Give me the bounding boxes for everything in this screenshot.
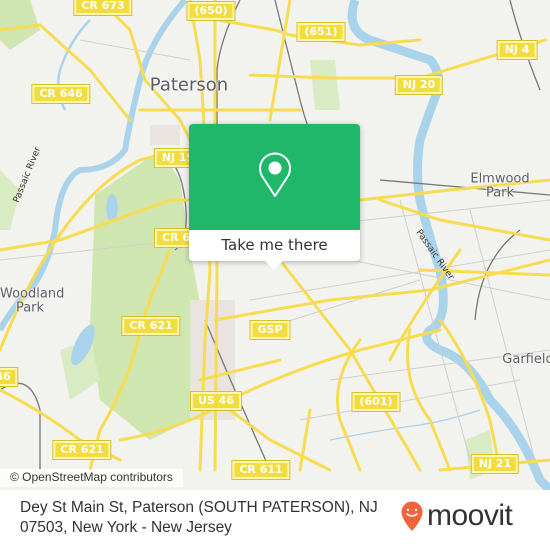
urban-area — [150, 125, 180, 145]
road-shield: NJ 20 — [394, 75, 444, 95]
footer: Dey St Main St, Paterson (SOUTH PATERSON… — [0, 490, 550, 550]
park-area — [310, 60, 340, 110]
road-shield: GSP — [249, 320, 291, 340]
popup-pointer — [265, 261, 283, 270]
road-shield: (601) — [351, 392, 401, 412]
passaic-river — [347, 0, 550, 490]
popup-header — [189, 124, 360, 230]
address-text: Dey St Main St, Paterson (SOUTH PATERSON… — [20, 499, 378, 536]
lake — [106, 194, 118, 222]
moovit-pin-face-icon — [401, 501, 423, 531]
road-shield: US 46 — [190, 391, 242, 411]
place-label-elmwood-park: Elmwood Park — [470, 171, 530, 200]
road-shield: (651) — [296, 22, 346, 42]
road-shield: CR 621 — [52, 440, 112, 460]
osm-attribution-link[interactable]: © OpenStreetMap contributors — [0, 469, 183, 487]
road-shield: CR 621 — [121, 316, 181, 336]
road-shield: NJ 4 — [496, 40, 538, 60]
moovit-logo[interactable]: moovit — [400, 499, 513, 532]
moovit-wordmark: moovit — [427, 499, 513, 532]
map-pin-icon — [259, 152, 291, 197]
road-shield: (650) — [186, 1, 236, 21]
road-shield: NJ 21 — [470, 454, 520, 474]
place-label-garfield: Garfield — [502, 352, 550, 368]
road-shield: CR 673 — [73, 0, 133, 16]
park-area — [90, 150, 205, 440]
map-canvas[interactable]: Paterson Woodland Park Elmwood Park Garf… — [0, 0, 550, 490]
road-shield: 46 — [0, 367, 19, 387]
place-label-paterson: Paterson — [149, 74, 229, 96]
location-popup: Take me there — [189, 124, 360, 270]
road-shield: CR 646 — [31, 84, 91, 104]
take-me-there-button[interactable]: Take me there — [189, 230, 360, 261]
place-label-woodland-park: Woodland Park — [0, 286, 65, 315]
road-shield: CR 611 — [231, 460, 291, 480]
